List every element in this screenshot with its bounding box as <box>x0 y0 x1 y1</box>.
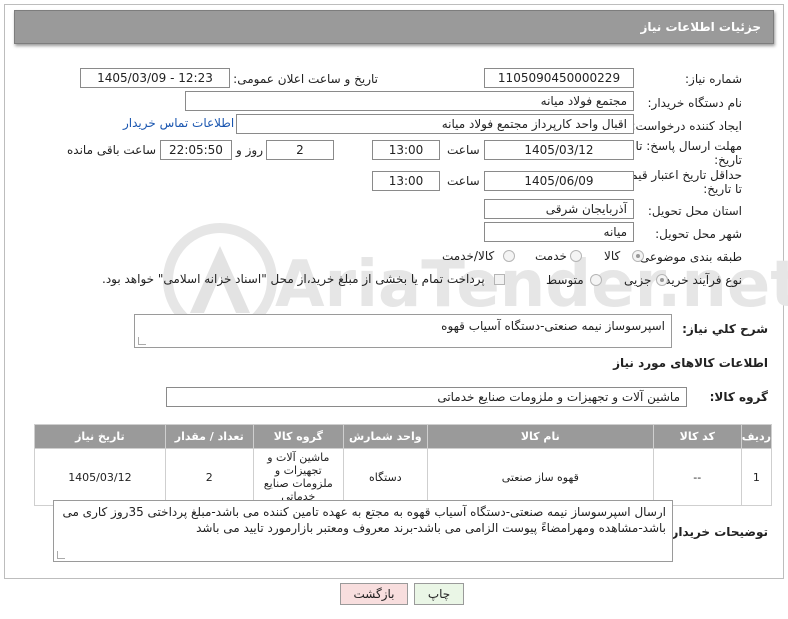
buyer-notes-text: ارسال اسپرسوساز نیمه صنعتی-دستگاه آسیاب … <box>62 505 666 535</box>
treasury-payment-checkbox[interactable] <box>494 274 505 285</box>
cell-unit: دستگاه <box>342 448 428 506</box>
description-text: اسپرسوساز نیمه صنعتی-دستگاه آسیاب قهوه <box>441 319 665 333</box>
deadline-date-field: 1405/03/12 <box>484 140 634 160</box>
process-radio-minor[interactable] <box>656 274 668 286</box>
need-number-label: شماره نیاز: <box>685 72 742 86</box>
deadline-time-label: ساعت <box>447 143 480 157</box>
deadline-remaining-label: ساعت باقی مانده <box>67 143 157 157</box>
deadline-label-line1: مهلت ارسال پاسخ: تا <box>635 139 742 153</box>
deadline-label-line2: تاریخ: <box>714 153 742 167</box>
province-field: آذربایجان شرقی <box>484 199 634 219</box>
price-validity-date-field: 1405/06/09 <box>484 171 634 191</box>
creator-label: ایجاد کننده درخواست: <box>631 119 742 133</box>
cell-qty: 2 <box>164 448 254 506</box>
need-number-field: 1105090450000229 <box>484 68 634 88</box>
city-field: میانه <box>484 222 634 242</box>
price-validity-label-line1: حداقل تاریخ اعتبار قیمت: <box>615 168 742 182</box>
category-option-service: خدمت <box>535 249 567 263</box>
deadline-days-field: 2 <box>266 140 334 160</box>
deadline-remaining-field: 22:05:50 <box>160 140 232 160</box>
goods-info-title: اطلاعات کالاهای مورد نیاز <box>613 356 768 370</box>
cell-group: ماشین آلات و تجهیزات و ملزومات صنایع خدم… <box>252 448 344 506</box>
resize-handle-icon[interactable] <box>57 551 65 559</box>
buyer-field: مجتمع فولاد میانه <box>185 91 634 111</box>
col-header-name: نام کالا <box>426 424 654 449</box>
cell-name: قهوه ساز صنعتی <box>426 448 654 506</box>
process-radio-medium[interactable] <box>590 274 602 286</box>
category-label: طبقه بندی موضوعی: <box>635 250 742 264</box>
process-option-medium: متوسط <box>546 273 584 287</box>
page-header: جزئیات اطلاعات نیاز <box>14 10 774 44</box>
cell-date: 1405/03/12 <box>34 448 166 506</box>
treasury-payment-note: پرداخت تمام یا بخشی از مبلغ خرید،از محل … <box>102 272 485 286</box>
col-header-group: گروه کالا <box>252 424 344 449</box>
goods-group-label: گروه کالا: <box>709 390 768 404</box>
back-button[interactable]: بازگشت <box>340 583 408 605</box>
announce-datetime-field: 1405/03/09 - 12:23 <box>80 68 230 88</box>
col-header-qty: تعداد / مقدار <box>164 424 254 449</box>
buyer-notes-label: توضیحات خریدار: <box>666 525 768 539</box>
goods-group-field: ماشین آلات و تجهیزات و ملزومات صنایع خدم… <box>166 387 687 407</box>
buyer-label: نام دستگاه خریدار: <box>647 96 743 110</box>
price-validity-time-field: 13:00 <box>372 171 440 191</box>
category-option-goods: کالا <box>604 249 621 263</box>
buyer-contact-link[interactable]: اطلاعات تماس خریدار <box>123 116 234 130</box>
col-header-code: کد کالا <box>652 424 742 449</box>
deadline-days-label: روز و <box>236 143 263 157</box>
process-label: نوع فرآیند خرید : <box>657 273 742 287</box>
goods-table: ردیف کد کالا نام کالا واحد شمارش گروه کا… <box>34 424 773 506</box>
category-radio-service[interactable] <box>570 250 582 262</box>
print-button[interactable]: چاپ <box>414 583 464 605</box>
creator-field: اقبال واحد کارپرداز مجتمع فولاد میانه <box>236 114 634 134</box>
announce-label: تاریخ و ساعت اعلان عمومی: <box>233 72 378 86</box>
page-title: جزئیات اطلاعات نیاز <box>640 20 761 34</box>
deadline-time-field: 13:00 <box>372 140 440 160</box>
cell-index: 1 <box>740 448 773 506</box>
category-option-goods-service: کالا/خدمت <box>442 249 495 263</box>
province-label: استان محل تحویل: <box>647 204 742 218</box>
description-field: اسپرسوساز نیمه صنعتی-دستگاه آسیاب قهوه <box>134 314 672 348</box>
col-header-date: تاریخ نیاز <box>34 424 166 449</box>
col-header-unit: واحد شمارش <box>342 424 428 449</box>
category-radio-goods[interactable] <box>632 250 644 262</box>
process-option-minor: جزیی <box>624 273 652 287</box>
table-row: 1 -- قهوه ساز صنعتی دستگاه ماشین آلات و … <box>34 448 773 506</box>
col-header-index: ردیف <box>740 424 773 449</box>
resize-handle-icon[interactable] <box>138 337 146 345</box>
category-radio-goods-service[interactable] <box>503 250 515 262</box>
description-label: شرح کلي نياز: <box>682 322 768 336</box>
buyer-notes-field: ارسال اسپرسوساز نیمه صنعتی-دستگاه آسیاب … <box>53 500 673 562</box>
price-validity-label-line2: تا تاریخ: <box>703 182 742 196</box>
city-label: شهر محل تحویل: <box>655 227 742 241</box>
price-validity-time-label: ساعت <box>447 174 480 188</box>
cell-code: -- <box>652 448 742 506</box>
